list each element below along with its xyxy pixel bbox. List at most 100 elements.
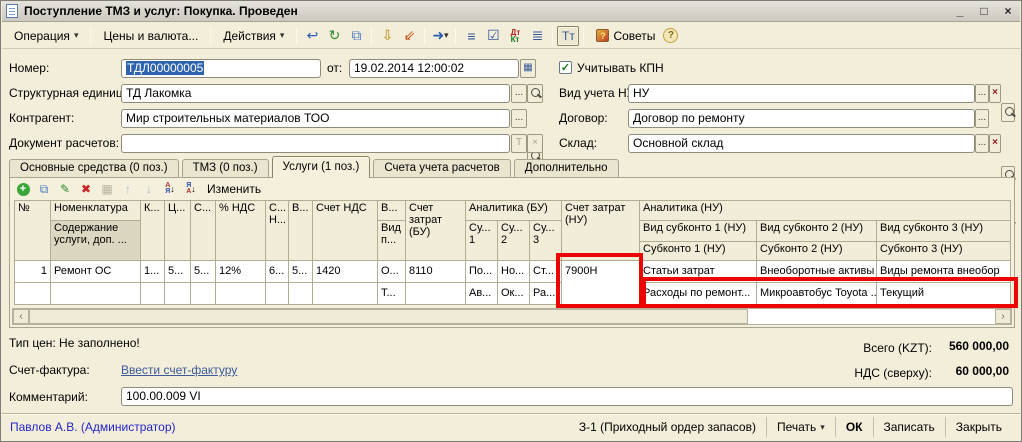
col-header-ts[interactable]: Ц... <box>165 201 191 261</box>
col-header-vid-p[interactable]: Вид п... <box>378 221 406 261</box>
nu-kind-input[interactable]: НУ <box>628 84 975 103</box>
col-header-su2[interactable]: Су... 2 <box>498 221 530 261</box>
col-header-sub1[interactable]: Субконто 1 (НУ) <box>640 242 757 261</box>
col-header-sub3[interactable]: Субконто 3 (НУ) <box>877 242 1011 261</box>
date-input[interactable]: 19.02.2014 12:00:02 <box>349 59 519 78</box>
col-header-v[interactable]: В... <box>289 201 313 261</box>
col-header-nomenclature[interactable]: Номенклатура <box>51 201 141 221</box>
close-form-button[interactable]: Закрыть <box>945 417 1012 437</box>
contract-input[interactable]: Договор по ремонту <box>628 109 975 128</box>
type-select-button[interactable]: Т <box>511 134 527 153</box>
checklist-icon[interactable]: ☑ <box>482 26 504 46</box>
close-button[interactable]: × <box>1000 4 1016 18</box>
cell-cost-nu[interactable]: 7900Н <box>562 261 640 305</box>
save-button[interactable]: Записать <box>873 417 945 437</box>
counterparty-input[interactable]: Мир строительных материалов ТОО <box>121 109 510 128</box>
cell-cost-bu[interactable]: 8110 <box>406 261 466 283</box>
edit-row-icon[interactable]: ✎ <box>56 180 74 198</box>
move-down-icon[interactable]: ↓ <box>140 180 158 198</box>
cell-sub1-line2[interactable]: Расходы по ремонт... <box>640 283 757 305</box>
structure-icon[interactable]: ≡ <box>460 26 482 46</box>
help-icon[interactable]: ? <box>663 28 678 43</box>
enter-invoice-link[interactable]: Ввести счет-фактуру <box>121 361 237 379</box>
cell-v[interactable]: 5... <box>289 261 313 283</box>
cell-empty[interactable] <box>216 283 266 305</box>
col-header-sn[interactable]: С... Н... <box>266 201 289 261</box>
sort-asc-icon[interactable]: АЯ ↓ <box>161 180 179 198</box>
cell-vid-line2[interactable]: Т... <box>378 283 406 305</box>
tab-additional[interactable]: Дополнительно <box>514 159 619 178</box>
kpn-checkbox[interactable]: ✓ <box>559 61 572 74</box>
advice-button[interactable]: ? Советы <box>588 25 663 47</box>
comment-input[interactable]: 100.00.009 VI <box>121 387 1013 406</box>
move-up-icon[interactable]: ↑ <box>119 180 137 198</box>
col-header-sub2[interactable]: Субконто 2 (НУ) <box>757 242 877 261</box>
minimize-button[interactable]: _ <box>952 4 968 18</box>
cell-empty[interactable] <box>289 283 313 305</box>
tab-fixed-assets[interactable]: Основные средства (0 поз.) <box>9 159 179 178</box>
cell-nomenclature[interactable]: Ремонт ОС <box>51 261 141 283</box>
cell-empty[interactable] <box>313 283 378 305</box>
col-header-content[interactable]: Содержание услуги, доп. ... <box>51 221 141 261</box>
font-settings-button[interactable]: Тт <box>557 26 579 46</box>
cell-su1-line1[interactable]: По... <box>466 261 498 283</box>
col-header-num[interactable]: № <box>15 201 51 261</box>
cell-empty[interactable] <box>191 283 216 305</box>
print-button[interactable]: Печать ▾ <box>766 417 835 437</box>
prices-currency-button[interactable]: Цены и валюта... <box>95 25 206 47</box>
cell-sub3-line2[interactable]: Текущий <box>877 283 1011 305</box>
tab-services[interactable]: Услуги (1 поз.) <box>272 156 371 178</box>
open-lens-button[interactable] <box>1001 103 1015 122</box>
cell-vid-line1[interactable]: О... <box>378 261 406 283</box>
col-header-vid-sub2[interactable]: Вид субконто 2 (НУ) <box>757 221 877 242</box>
select-ellipsis-button[interactable]: ... <box>975 109 989 128</box>
cell-sn[interactable]: 6... <box>266 261 289 283</box>
cell-content-selected[interactable]: Ремонт ОС <box>51 283 141 305</box>
structural-unit-input[interactable]: ТД Лакомка <box>121 84 510 103</box>
select-ellipsis-button[interactable]: ... <box>975 134 989 153</box>
col-header-vat[interactable]: % НДС <box>216 201 266 261</box>
sort-desc-icon[interactable]: ЯА ↓ <box>182 180 200 198</box>
col-header-cost-nu[interactable]: Счет затрат (НУ) <box>562 201 640 261</box>
copy-document-icon[interactable]: ⧉ <box>345 26 367 46</box>
cell-empty[interactable] <box>266 283 289 305</box>
open-lens-button[interactable] <box>527 84 543 103</box>
col-header-analytics-nu[interactable]: Аналитика (НУ) <box>640 201 1011 221</box>
col-header-vid-sub3[interactable]: Вид субконто 3 (НУ) <box>877 221 1011 242</box>
delete-row-icon[interactable]: ✖ <box>77 180 95 198</box>
cell-empty[interactable] <box>165 283 191 305</box>
tab-settlement-accounts[interactable]: Счета учета расчетов <box>373 159 510 178</box>
cell-sub3-line1[interactable]: Виды ремонта внеобор <box>877 261 1011 283</box>
scrollbar-thumb[interactable] <box>29 309 748 324</box>
select-ellipsis-button[interactable]: ... <box>511 84 527 103</box>
col-header-analytics-bu[interactable]: Аналитика (БУ) <box>466 201 562 221</box>
col-header-vat-account[interactable]: Счет НДС <box>313 201 378 261</box>
operation-button[interactable]: Операция ▾ <box>6 25 86 47</box>
cell-num[interactable]: 1 <box>15 261 51 283</box>
col-header-vid-sub1[interactable]: Вид субконто 1 (НУ) <box>640 221 757 242</box>
add-row-icon[interactable]: + <box>14 180 32 198</box>
ok-button[interactable]: ОК <box>835 417 873 437</box>
cell-vat[interactable]: 12% <box>216 261 266 283</box>
scroll-left-icon[interactable]: ‹ <box>13 309 29 324</box>
cell-su3-line2[interactable]: Ра... <box>530 283 562 305</box>
reread-icon[interactable]: ↩ <box>301 26 323 46</box>
cell-k[interactable]: 1... <box>141 261 165 283</box>
edit-button[interactable]: Изменить <box>207 182 261 196</box>
copy-row-icon[interactable]: ⧉ <box>35 180 53 198</box>
cell-su2-line1[interactable]: Но... <box>498 261 530 283</box>
refresh-icon[interactable]: ↻ <box>323 26 345 46</box>
cell-empty[interactable] <box>406 283 466 305</box>
select-ellipsis-button[interactable]: ... <box>975 84 989 103</box>
cell-su1-line2[interactable]: Ав... <box>466 283 498 305</box>
col-header-cost-bu[interactable]: Счет затрат (БУ) <box>406 201 466 261</box>
scroll-right-icon[interactable]: › <box>995 309 1011 324</box>
cell-vat-account[interactable]: 1420 <box>313 261 378 283</box>
col-header-k[interactable]: К... <box>141 201 165 261</box>
print-form-button[interactable]: З-1 (Приходный ордер запасов) <box>569 417 766 437</box>
clear-button[interactable]: × <box>989 84 1001 103</box>
settlement-doc-input[interactable] <box>121 134 510 153</box>
cell-empty[interactable] <box>141 283 165 305</box>
number-input[interactable]: ТДЛ00000005 <box>121 59 321 78</box>
cell-sub2-line2[interactable]: Микроавтобус Toyota ... <box>757 283 877 305</box>
